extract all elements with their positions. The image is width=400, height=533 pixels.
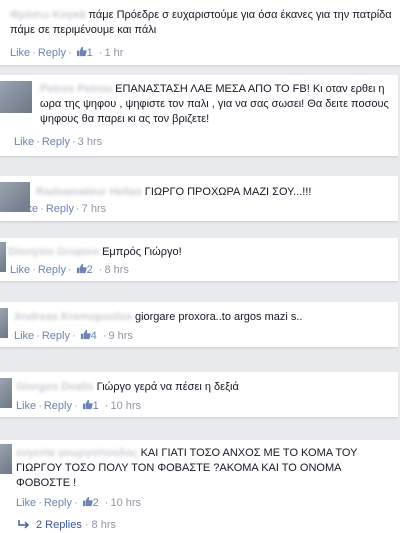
comment-actions: Like · Reply · 3 hrs xyxy=(14,136,103,148)
like-link[interactable]: Like xyxy=(16,400,36,412)
comment-text: Petros Petrou ΕΠΑΝΑΣΤΑΣΗ ΛΑΕ ΜΕΣΑ ΑΠΟ ΤΟ … xyxy=(40,82,392,127)
comment-author[interactable]: ευγενία γεωργοπουλος xyxy=(16,447,138,459)
reply-link[interactable]: Reply xyxy=(42,136,70,148)
thumbs-up-icon[interactable] xyxy=(82,496,93,507)
reply-link[interactable]: Reply xyxy=(46,203,74,215)
like-count[interactable]: 1 xyxy=(87,47,93,59)
comment-7: ευγενία γεωργοπουλος ΚΑΙ ΓΙΑΤΙ ΤΟΣΟ ΑΝΧΟΣ… xyxy=(0,440,400,533)
like-link[interactable]: Like xyxy=(10,264,30,276)
comment-text: Andreas Kremopoulos giorgare proxora..to … xyxy=(14,310,394,325)
comment-3: Radoamateur Hellas ΓΙΩΡΓΟ ΠΡΟΧΩΡΑ ΜΑΖΙ ΣΟ… xyxy=(0,176,398,222)
comment-actions: Like · Reply · 4 · 9 hrs xyxy=(14,329,133,342)
thumbs-up-icon[interactable] xyxy=(80,329,91,340)
reply-arrow-icon xyxy=(18,520,29,529)
like-count[interactable]: 1 xyxy=(93,400,99,412)
avatar[interactable] xyxy=(0,444,12,474)
timestamp[interactable]: 9 hrs xyxy=(108,330,132,342)
comment-body: ΓΙΩΡΓΟ ΠΡΟΧΩΡΑ ΜΑΖΙ ΣΟΥ...!!! xyxy=(144,186,312,198)
comment-4: Dionysis Gropios Εμπρός Γιώργο! Like · Repl… xyxy=(0,238,398,282)
timestamp[interactable]: 3 hrs xyxy=(78,136,102,148)
comment-text: Giorgos Dvalis Γιώργο γερά να πέσει η δεξ… xyxy=(16,380,394,395)
avatar[interactable] xyxy=(0,378,12,408)
comment-body: giorgare proxora..to argos mazi s.. xyxy=(134,311,303,323)
comment-text: Φρόσω Κογκά πάμε Πρόεδρε σ ευχαριστούμε γ… xyxy=(10,8,394,38)
timestamp[interactable]: 1 hr xyxy=(104,47,123,59)
like-link[interactable]: Like xyxy=(16,497,36,509)
comment-actions: Like · Reply · 7 hrs xyxy=(18,203,107,215)
like-link[interactable]: Like xyxy=(18,203,38,215)
thumbs-up-icon[interactable] xyxy=(82,399,93,410)
comment-author[interactable]: Andreas Kremopoulos xyxy=(14,311,132,323)
comment-actions: Like · Reply · 2 · 8 hrs xyxy=(10,263,129,276)
comment-actions: Like · Reply · 1 · 10 hrs xyxy=(16,399,142,412)
comment-text: Radoamateur Hellas ΓΙΩΡΓΟ ΠΡΟΧΩΡΑ ΜΑΖΙ ΣΟ… xyxy=(36,185,392,200)
replies-count[interactable]: 2 Replies xyxy=(36,519,82,531)
avatar[interactable] xyxy=(0,81,32,113)
comment-author[interactable]: Giorgos Dvalis xyxy=(16,381,94,393)
comment-actions: Like · Reply · 1 · 1 hr xyxy=(10,46,124,59)
like-link[interactable]: Like xyxy=(10,47,30,59)
comment-1: Φρόσω Κογκά πάμε Πρόεδρε σ ευχαριστούμε γ… xyxy=(0,0,400,66)
comment-body: Γιώργο γερά να πέσει η δεξιά xyxy=(96,381,239,393)
comment-author[interactable]: Radoamateur Hellas xyxy=(36,186,142,198)
reply-link[interactable]: Reply xyxy=(44,400,72,412)
comment-body: Εμπρός Γιώργο! xyxy=(102,246,182,258)
reply-link[interactable]: Reply xyxy=(44,497,72,509)
like-count[interactable]: 2 xyxy=(87,264,93,276)
timestamp[interactable]: 7 hrs xyxy=(82,203,106,215)
like-link[interactable]: Like xyxy=(14,330,34,342)
reply-link[interactable]: Reply xyxy=(38,47,66,59)
replies-time: 8 hrs xyxy=(91,519,116,531)
comment-text: Dionysis Gropios Εμπρός Γιώργο! xyxy=(8,245,392,260)
comment-actions: Like · Reply · 2 · 10 hrs xyxy=(16,496,142,509)
timestamp[interactable]: 10 hrs xyxy=(110,400,141,412)
comment-6: Giorgos Dvalis Γιώργο γερά να πέσει η δεξ… xyxy=(0,372,398,418)
comment-text: ευγενία γεωργοπουλος ΚΑΙ ΓΙΑΤΙ ΤΟΣΟ ΑΝΧΟΣ… xyxy=(16,446,370,491)
avatar[interactable] xyxy=(0,308,8,338)
like-count[interactable]: 2 xyxy=(93,497,99,509)
like-count[interactable]: 4 xyxy=(91,330,97,342)
like-link[interactable]: Like xyxy=(14,136,34,148)
reply-link[interactable]: Reply xyxy=(38,264,66,276)
comment-5: Andreas Kremopoulos giorgare proxora..to … xyxy=(0,302,398,348)
comment-author[interactable]: Petros Petrou xyxy=(40,83,112,95)
reply-link[interactable]: Reply xyxy=(42,330,70,342)
view-replies-link[interactable]: 2 Replies · 8 hrs xyxy=(18,519,116,531)
timestamp[interactable]: 8 hrs xyxy=(104,264,128,276)
avatar[interactable] xyxy=(0,242,6,272)
comment-author[interactable]: Φρόσω Κογκά xyxy=(10,9,86,21)
timestamp[interactable]: 10 hrs xyxy=(110,497,141,509)
thumbs-up-icon[interactable] xyxy=(76,46,87,57)
comment-author[interactable]: Dionysis Gropios xyxy=(8,246,99,258)
thumbs-up-icon[interactable] xyxy=(76,263,87,274)
comment-2: Petros Petrou ΕΠΑΝΑΣΤΑΣΗ ΛΑΕ ΜΕΣΑ ΑΠΟ ΤΟ … xyxy=(0,75,398,157)
